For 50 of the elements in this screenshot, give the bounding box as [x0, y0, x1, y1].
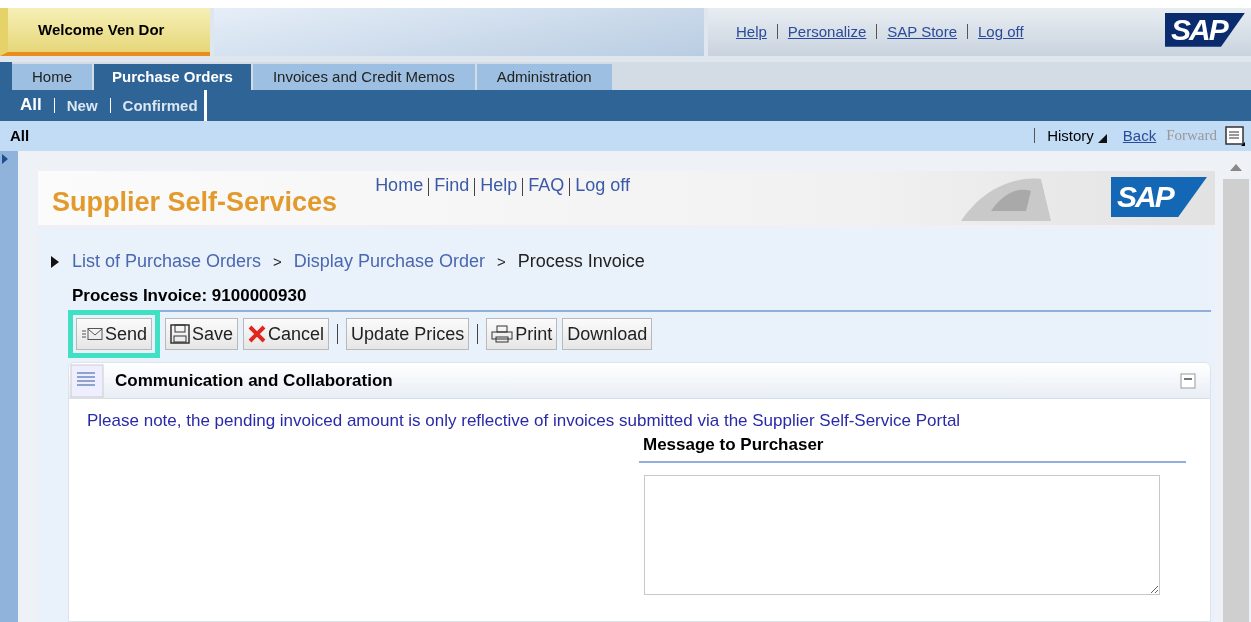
triangle-icon — [50, 254, 60, 269]
breadcrumb-separator: > — [273, 253, 282, 270]
header-link[interactable]: SAP Store — [887, 23, 957, 41]
breadcrumb-separator: > — [496, 253, 506, 270]
info-note: Please note, the pending invoiced amount is only reflective of invoices submitted via the Supplier Self-Service Portal — [86, 410, 962, 431]
portal-title: Supplier Self-Services — [51, 186, 338, 219]
dropdown-corner-icon[interactable] — [1097, 134, 1107, 143]
notes-icon[interactable] — [1225, 125, 1245, 146]
portal-link[interactable]: FAQ — [528, 175, 565, 196]
toolbar-button[interactable]: Cancel — [243, 318, 330, 350]
nav-tab[interactable]: Administration — [476, 63, 612, 91]
toolbar-button[interactable]: Send — [76, 318, 153, 350]
welcome-label: Welcome Ven Dor — [0, 8, 210, 56]
portal-link[interactable]: Home — [375, 175, 424, 196]
page-title: All — [10, 127, 30, 145]
history-menu[interactable]: History — [1047, 127, 1094, 145]
envelope-icon — [81, 327, 103, 341]
nav-tab[interactable]: Purchase Orders — [94, 63, 251, 91]
toolbar-button[interactable]: Print — [486, 318, 558, 350]
expand-arrow-icon[interactable] — [0, 153, 10, 165]
sub-tab[interactable]: All — [20, 95, 42, 116]
printer-icon — [491, 325, 514, 343]
scrollbar-thumb[interactable] — [1223, 179, 1249, 622]
form-title: Process Invoice: 9100000930 — [72, 286, 1211, 312]
back-link[interactable]: Back — [1122, 127, 1157, 145]
portal-link[interactable]: Find — [434, 175, 470, 196]
message-field[interactable] — [644, 475, 1160, 595]
sap-logo: SAP — [1165, 12, 1245, 47]
header-link[interactable]: Help — [736, 23, 767, 41]
breadcrumb-current: Process Invoice — [517, 251, 645, 272]
document-icon — [69, 362, 105, 399]
sub-tab[interactable]: New — [66, 96, 98, 114]
toolbar-button[interactable]: Update Prices — [346, 318, 470, 350]
scroll-up-icon[interactable] — [1230, 163, 1242, 171]
section-title: Communication and Collaboration — [115, 370, 394, 391]
message-label: Message to Purchaser — [639, 431, 1186, 463]
sub-tab[interactable]: Confirmed — [122, 96, 198, 114]
collapse-icon[interactable] — [1180, 372, 1196, 389]
breadcrumb-link[interactable]: Display Purchase Order — [293, 251, 485, 272]
header-link[interactable]: Log off — [978, 23, 1024, 41]
portal-link[interactable]: Help — [480, 175, 518, 196]
nav-tab[interactable]: Invoices and Credit Memos — [252, 63, 475, 91]
header-link[interactable]: Personalize — [787, 23, 867, 41]
toolbar-button[interactable]: Save — [165, 318, 239, 350]
breadcrumb-link[interactable]: List of Purchase Orders — [72, 251, 262, 272]
sap-logo: SAP — [1111, 177, 1207, 217]
cross-icon — [248, 325, 267, 343]
nav-tab[interactable]: Home — [12, 63, 92, 91]
portal-link[interactable]: Log off — [575, 175, 630, 196]
toolbar-button[interactable]: Download — [562, 318, 653, 350]
